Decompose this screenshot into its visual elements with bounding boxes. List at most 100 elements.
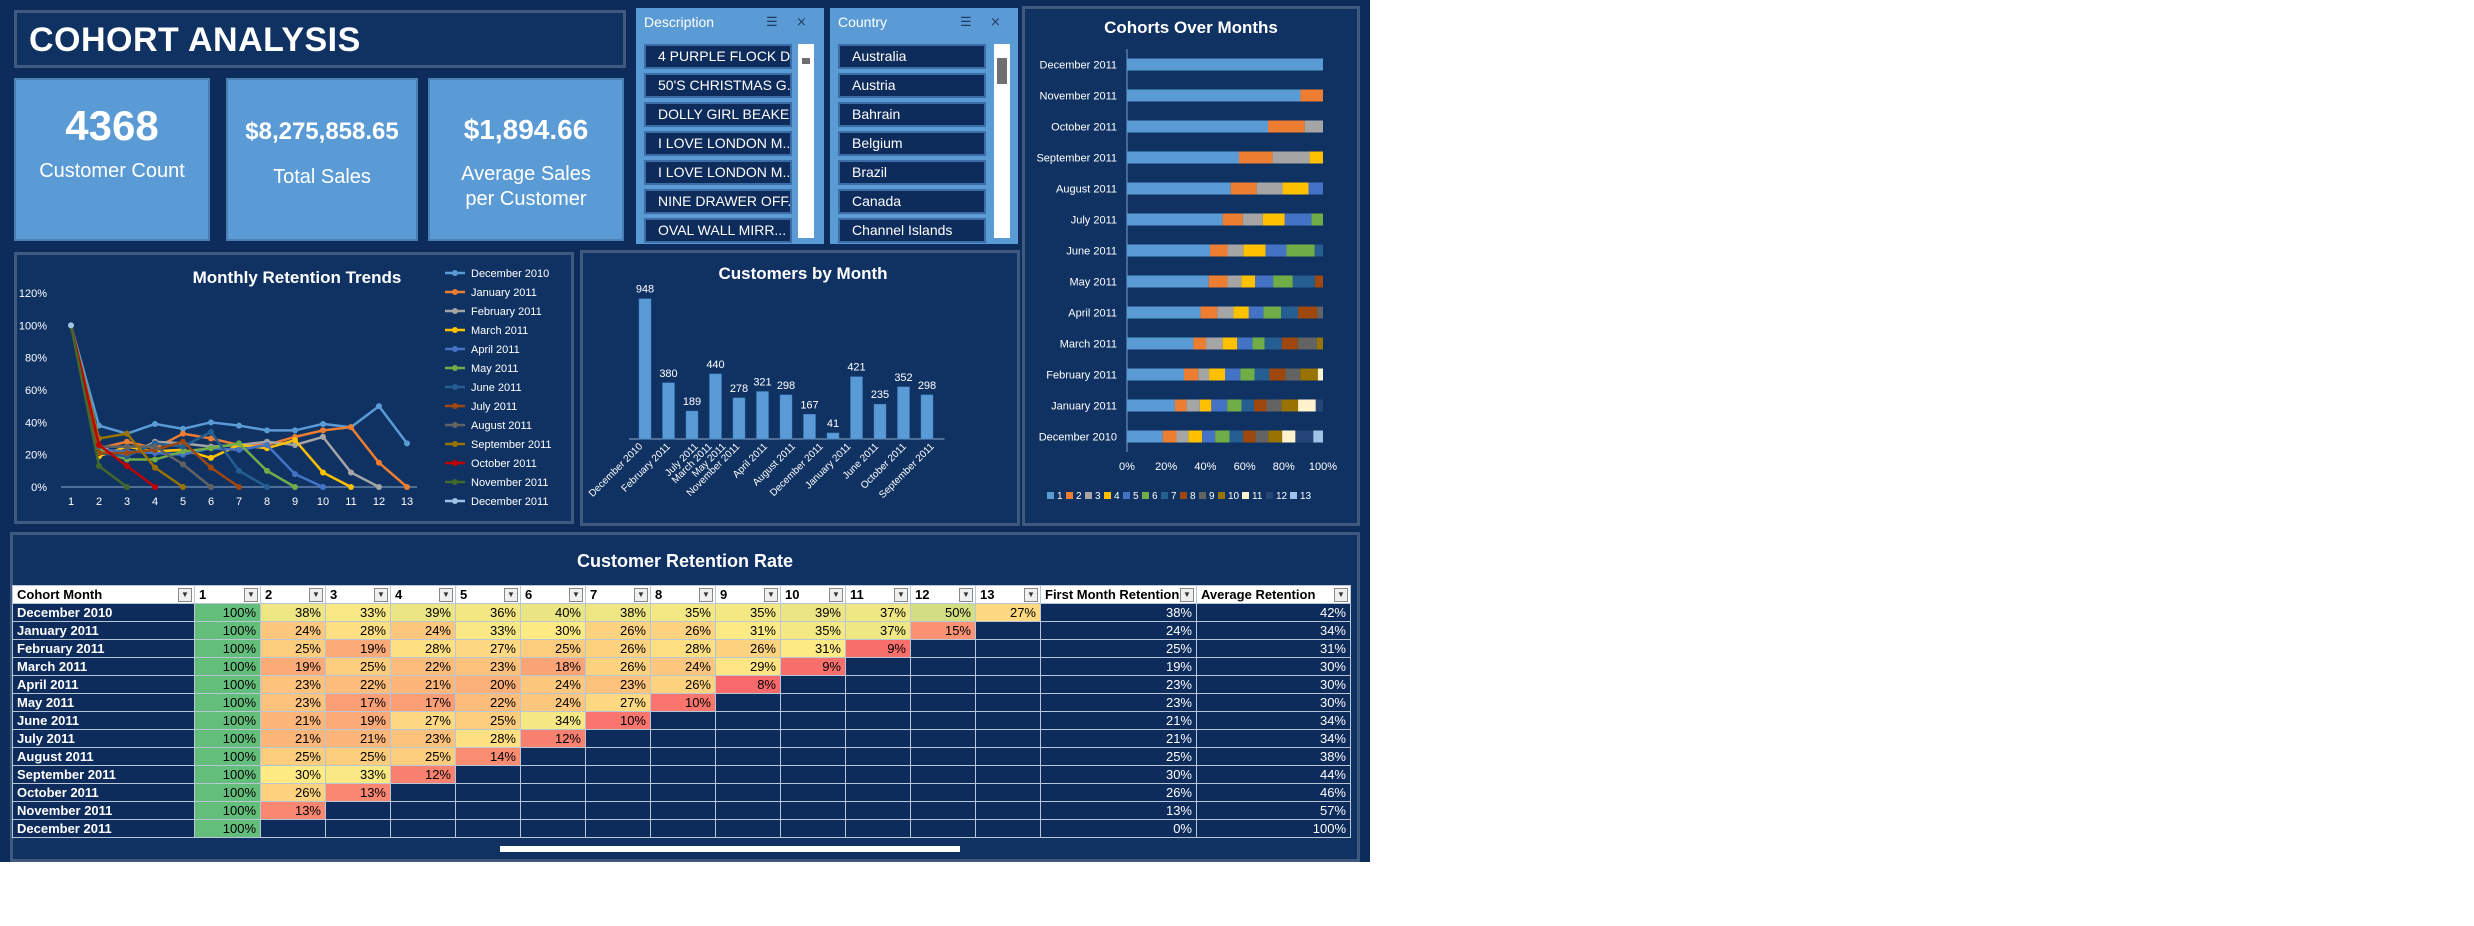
legend-swatch — [1123, 492, 1130, 499]
retention-cell: 100% — [194, 639, 261, 658]
stacked-bar-segment — [1127, 430, 1163, 443]
description-slicer-item[interactable]: NINE DRAWER OFF... — [644, 189, 792, 214]
description-slicer-item[interactable]: DOLLY GIRL BEAKER — [644, 102, 792, 127]
stacked-bar-segment — [1237, 337, 1253, 350]
empty-cell — [975, 819, 1041, 838]
retention-cell: 9% — [845, 639, 911, 658]
clear-filter-icon[interactable]: ⨯ — [796, 14, 807, 30]
description-slicer-item[interactable]: 4 PURPLE FLOCK D... — [644, 44, 792, 69]
data-point — [180, 438, 186, 445]
filter-dropdown-icon[interactable]: ▼ — [569, 588, 583, 602]
empty-cell — [975, 747, 1041, 766]
x-tick-label: 3 — [124, 496, 130, 508]
filter-dropdown-icon[interactable]: ▼ — [699, 588, 713, 602]
column-header-label: 4 — [395, 587, 403, 602]
stacked-bar-segment — [1281, 399, 1299, 412]
stacked-bar-segment — [1227, 275, 1242, 288]
retention-cell: 40% — [520, 603, 586, 622]
legend-label: December 2010 — [471, 268, 549, 280]
data-point — [376, 459, 382, 466]
cohort-month-cell: November 2011 — [12, 801, 195, 820]
stacked-bar-segment — [1308, 182, 1323, 195]
stacked-bar-segment — [1298, 306, 1318, 319]
country-slicer-item[interactable]: Australia — [838, 44, 986, 69]
average-retention-cell: 30% — [1196, 693, 1351, 712]
filter-dropdown-icon[interactable]: ▼ — [1334, 588, 1348, 602]
empty-cell — [585, 747, 651, 766]
retention-cell: 21% — [260, 711, 326, 730]
clear-filter-icon[interactable]: ⨯ — [990, 14, 1001, 30]
stacked-bar-segment — [1183, 368, 1199, 381]
horizontal-scrollbar[interactable] — [500, 846, 960, 852]
average-retention-cell: 30% — [1196, 657, 1351, 676]
retention-cell: 38% — [260, 603, 326, 622]
retention-cell: 26% — [715, 639, 781, 658]
retention-cell: 30% — [520, 621, 586, 640]
filter-dropdown-icon[interactable]: ▼ — [309, 588, 323, 602]
retention-cell: 10% — [585, 711, 651, 730]
legend-label: 2 — [1076, 491, 1082, 502]
legend-label: 3 — [1095, 491, 1101, 502]
column-header: Cohort Month ▼ — [12, 585, 195, 604]
country-slicer-item[interactable]: Austria — [838, 73, 986, 98]
average-retention-cell: 57% — [1196, 801, 1351, 820]
table-row: December 2011 100% 0% 100% — [12, 819, 1351, 838]
column-header-label: 3 — [330, 587, 338, 602]
average-retention-cell: 31% — [1196, 639, 1351, 658]
empty-cell — [325, 801, 391, 820]
stacked-bar-segment — [1127, 151, 1239, 164]
country-slicer-item[interactable]: Canada — [838, 189, 986, 214]
country-slicer-item[interactable]: Brazil — [838, 160, 986, 185]
column-header: 6 ▼ — [520, 585, 586, 604]
filter-dropdown-icon[interactable]: ▼ — [1024, 588, 1038, 602]
data-point — [236, 446, 242, 453]
column-header: 9 ▼ — [715, 585, 781, 604]
country-scroll-thumb[interactable] — [997, 58, 1007, 84]
stacked-bar-segment — [1127, 399, 1175, 412]
filter-dropdown-icon[interactable]: ▼ — [178, 588, 192, 602]
stacked-bar-segment — [1230, 182, 1257, 195]
country-slicer-item[interactable]: Bahrain — [838, 102, 986, 127]
country-scrollbar[interactable] — [994, 44, 1010, 238]
multi-select-icon[interactable]: ☰ — [960, 14, 972, 30]
description-slicer-item[interactable]: 50'S CHRISTMAS G... — [644, 73, 792, 98]
empty-cell — [260, 819, 326, 838]
legend-label: 12 — [1276, 491, 1288, 502]
filter-dropdown-icon[interactable]: ▼ — [959, 588, 973, 602]
filter-dropdown-icon[interactable]: ▼ — [894, 588, 908, 602]
retention-cell: 26% — [585, 621, 651, 640]
column-header: 11 ▼ — [845, 585, 911, 604]
first-month-retention-cell: 25% — [1040, 639, 1197, 658]
column-header: 12 ▼ — [910, 585, 976, 604]
description-slicer-item[interactable]: I LOVE LONDON M... — [644, 160, 792, 185]
filter-dropdown-icon[interactable]: ▼ — [439, 588, 453, 602]
filter-dropdown-icon[interactable]: ▼ — [1180, 588, 1194, 602]
retention-cell: 17% — [390, 693, 456, 712]
retention-table-title: Customer Retention Rate — [576, 551, 794, 571]
stacked-bar-segment — [1262, 213, 1285, 226]
legend-marker — [452, 308, 458, 314]
filter-dropdown-icon[interactable]: ▼ — [829, 588, 843, 602]
description-scrollbar[interactable] — [798, 44, 814, 238]
stacked-bar-segment — [1315, 399, 1323, 412]
country-slicer-item[interactable]: Belgium — [838, 131, 986, 156]
stacked-bar-segment — [1127, 244, 1211, 257]
x-tick-label: 60% — [1234, 461, 1256, 473]
multi-select-icon[interactable]: ☰ — [766, 14, 778, 30]
filter-dropdown-icon[interactable]: ▼ — [504, 588, 518, 602]
filter-dropdown-icon[interactable]: ▼ — [374, 588, 388, 602]
filter-dropdown-icon[interactable]: ▼ — [244, 588, 258, 602]
first-month-retention-cell: 26% — [1040, 783, 1197, 802]
country-slicer-item[interactable]: Channel Islands — [838, 218, 986, 243]
description-slicer-item[interactable]: OVAL WALL MIRR... — [644, 218, 792, 243]
empty-cell — [975, 765, 1041, 784]
y-tick-label: 60% — [25, 385, 47, 397]
filter-dropdown-icon[interactable]: ▼ — [634, 588, 648, 602]
retention-cell: 24% — [390, 621, 456, 640]
column-header-label: 10 — [785, 587, 800, 602]
first-month-retention-cell: 30% — [1040, 765, 1197, 784]
filter-dropdown-icon[interactable]: ▼ — [764, 588, 778, 602]
description-slicer-item[interactable]: I LOVE LONDON M... — [644, 131, 792, 156]
column-header-label: 9 — [720, 587, 728, 602]
description-scroll-thumb[interactable] — [802, 58, 810, 64]
